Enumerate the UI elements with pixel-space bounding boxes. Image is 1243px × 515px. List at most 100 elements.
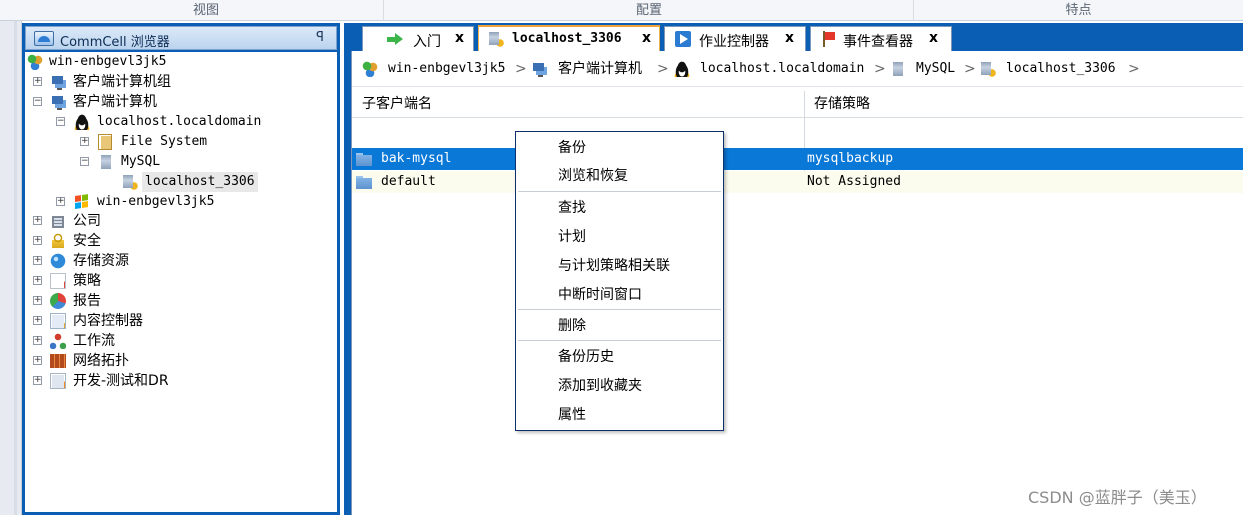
breadcrumb-item-mysql[interactable]: MySQL — [890, 59, 960, 79]
menu-bar: 视图 配置 特点 — [0, 0, 1243, 21]
expand-icon[interactable]: + — [33, 276, 42, 285]
tree-node-client-computers[interactable]: − 客户端计算机 — [25, 92, 337, 112]
menu-config[interactable]: 配置 — [384, 0, 914, 21]
tree-node-dev-test-dr[interactable]: + 开发-测试和DR — [25, 371, 337, 391]
expand-icon[interactable]: + — [56, 197, 65, 206]
expand-icon[interactable]: + — [33, 236, 42, 245]
tree-node-content-director[interactable]: + 内容控制器 — [25, 311, 337, 331]
client-computers-icon — [531, 61, 547, 77]
content-director-icon — [50, 313, 66, 329]
tab-localhost-3306[interactable]: localhost_3306 x — [478, 25, 660, 52]
collapse-icon[interactable]: − — [80, 157, 89, 166]
tree-node-label: 存储资源 — [73, 253, 129, 269]
browser-header: CommCell 浏览器 ꟼ — [25, 26, 337, 50]
tree-node-localhost-3306[interactable]: localhost_3306 — [25, 172, 337, 192]
tree-node-label: 安全 — [73, 233, 101, 249]
expand-icon[interactable]: + — [33, 296, 42, 305]
menu-features[interactable]: 特点 — [914, 0, 1243, 21]
tab-close-icon[interactable]: x — [455, 30, 464, 46]
expand-icon[interactable]: + — [33, 77, 42, 86]
tree-node-mysql[interactable]: − MySQL — [25, 152, 337, 172]
menu-view[interactable]: 视图 — [30, 0, 382, 21]
tree-node-windows-client[interactable]: + win-enbgevl3jk5 — [25, 192, 337, 212]
expand-icon[interactable]: + — [33, 376, 42, 385]
table-row[interactable]: bak-mysql mysqlbackup — [352, 148, 1243, 170]
breadcrumb-item-commcell[interactable]: win-enbgevl3jk5 — [362, 59, 512, 79]
mysql-icon — [98, 154, 114, 170]
tree-node-label: MySQL — [121, 154, 161, 169]
collapse-icon[interactable]: − — [56, 117, 65, 126]
report-pie-icon — [50, 293, 66, 309]
breadcrumb-separator: > — [964, 61, 976, 77]
expand-icon[interactable]: + — [33, 336, 42, 345]
flag-icon — [821, 31, 837, 47]
expand-icon[interactable]: + — [33, 256, 42, 265]
network-topology-icon — [50, 353, 66, 369]
tab-label: 作业控制器 — [699, 34, 769, 50]
expand-icon[interactable]: + — [33, 316, 42, 325]
breadcrumb-item-localhost-localdomain[interactable]: localhost.localdomain — [674, 59, 874, 79]
tab-close-icon[interactable]: x — [929, 30, 938, 46]
breadcrumb-separator: > — [1128, 61, 1140, 77]
tree-node-label: win-enbgevl3jk5 — [97, 194, 215, 209]
left-dock-strip — [0, 21, 22, 515]
tree-node-storage-resources[interactable]: + 存储资源 — [25, 251, 337, 271]
tree-node-commcell[interactable]: win-enbgevl3jk5 — [25, 52, 337, 72]
menu-item-add-to-favorites[interactable]: 添加到收藏夹 — [517, 372, 722, 400]
linux-icon — [74, 114, 90, 130]
breadcrumb-separator: > — [874, 61, 886, 77]
menu-item-delete[interactable]: 删除 — [517, 312, 722, 340]
commcell-icon — [27, 54, 43, 70]
tree-node-label: win-enbgevl3jk5 — [49, 54, 167, 69]
menu-item-blackout-window[interactable]: 中断时间窗口 — [517, 281, 722, 309]
tree-node-label: 网络拓扑 — [73, 353, 129, 369]
column-header-subclient-name[interactable]: 子客户端名 — [352, 91, 804, 118]
file-system-icon — [98, 134, 112, 150]
breadcrumb-item-localhost-3306[interactable]: localhost_3306 — [980, 59, 1128, 79]
tree-node-file-system[interactable]: + File System — [25, 132, 337, 152]
menu-item-find[interactable]: 查找 — [517, 194, 722, 222]
tree-node-security[interactable]: + 安全 — [25, 231, 337, 251]
breadcrumb-item-client-computers[interactable]: 客户端计算机 — [531, 59, 656, 79]
tree-node-reports[interactable]: + 报告 — [25, 291, 337, 311]
menu-item-properties[interactable]: 属性 — [517, 401, 722, 429]
column-header-storage-policy[interactable]: 存储策略 — [804, 91, 1243, 118]
breadcrumb-label: 客户端计算机 — [558, 61, 642, 77]
expand-icon[interactable]: + — [80, 137, 89, 146]
menu-divider — [518, 309, 721, 310]
commcell-tree: win-enbgevl3jk5 + 客户端计算机组 − 客户端计算机 − loc… — [25, 52, 337, 512]
tree-node-workflows[interactable]: + 工作流 — [25, 331, 337, 351]
menu-item-backup[interactable]: 备份 — [517, 134, 722, 162]
tab-event-viewer[interactable]: 事件查看器 x — [810, 26, 952, 51]
collapse-icon[interactable]: − — [33, 97, 42, 106]
tree-node-label: 策略 — [73, 273, 101, 289]
pin-icon[interactable]: ꟼ — [316, 30, 324, 45]
table-row[interactable]: default Not Assigned — [352, 171, 1243, 193]
content-area: win-enbgevl3jk5 > 客户端计算机 > localhost.loc… — [351, 51, 1243, 515]
browser-title: CommCell 浏览器 — [60, 35, 170, 50]
mysql-instance-icon — [122, 174, 138, 190]
expand-icon[interactable]: + — [33, 216, 42, 225]
tree-node-label: 公司 — [73, 213, 101, 229]
tree-node-label: 客户端计算机组 — [73, 74, 171, 90]
tab-close-icon[interactable]: x — [785, 30, 794, 46]
menu-item-browse-restore[interactable]: 浏览和恢复 — [517, 162, 722, 190]
tree-node-label: 报告 — [73, 293, 101, 309]
tree-node-policies[interactable]: + 策略 — [25, 271, 337, 291]
breadcrumb-separator: > — [515, 61, 527, 77]
expand-icon[interactable]: + — [33, 356, 42, 365]
menu-item-backup-history[interactable]: 备份历史 — [517, 343, 722, 371]
tree-node-network-topology[interactable]: + 网络拓扑 — [25, 351, 337, 371]
tab-close-icon[interactable]: x — [642, 30, 651, 46]
menu-divider — [518, 340, 721, 341]
tab-getting-started[interactable]: 入门 x — [362, 26, 474, 51]
dev-test-dr-icon — [50, 373, 66, 389]
mysql-icon — [890, 61, 906, 77]
menu-item-associate-schedule-policy[interactable]: 与计划策略相关联 — [517, 252, 722, 280]
tree-node-localhost-localdomain[interactable]: − localhost.localdomain — [25, 112, 337, 132]
tree-node-companies[interactable]: + 公司 — [25, 211, 337, 231]
tab-job-controller[interactable]: 作业控制器 x — [664, 26, 806, 51]
menu-item-schedule[interactable]: 计划 — [517, 223, 722, 251]
menu-divider — [518, 191, 721, 192]
tree-node-client-computer-groups[interactable]: + 客户端计算机组 — [25, 72, 337, 92]
